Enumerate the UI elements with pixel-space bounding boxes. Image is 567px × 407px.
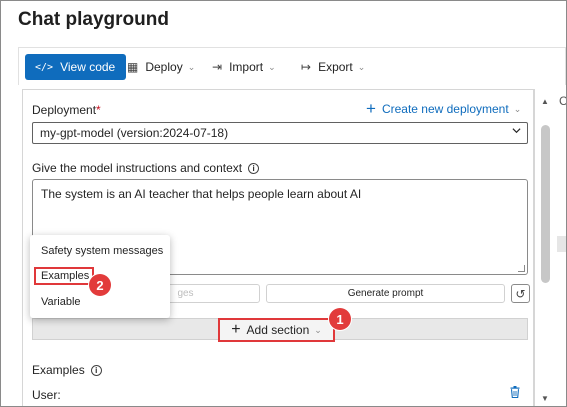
import-icon: ⇥ bbox=[212, 60, 223, 74]
chat-panel-edge: C bbox=[559, 94, 567, 108]
view-code-label: View code bbox=[60, 60, 116, 74]
menu-item-safety-system-messages[interactable]: Safety system messages bbox=[41, 245, 163, 257]
chevron-down-icon: ⌄ bbox=[357, 61, 366, 72]
plus-icon: + bbox=[231, 321, 241, 338]
partially-hidden-button-label: ges bbox=[177, 288, 194, 299]
generate-prompt-button[interactable]: Generate prompt bbox=[266, 284, 505, 303]
chevron-down-icon: ⌄ bbox=[268, 61, 276, 72]
chevron-down-icon: ⌄ bbox=[187, 61, 196, 72]
examples-heading: Examples bbox=[32, 363, 85, 377]
export-button[interactable]: ↦ Export ⌄ bbox=[301, 54, 365, 80]
chevron-down-icon bbox=[512, 128, 521, 134]
app-window: Chat playground </> View code ▦ Deploy ⌄… bbox=[0, 0, 567, 407]
cube-icon: ▦ bbox=[127, 60, 139, 74]
deployment-select[interactable]: my-gpt-model (version:2024-07-18) bbox=[32, 122, 528, 144]
callout-badge-2: 2 bbox=[89, 274, 111, 296]
trash-icon[interactable] bbox=[510, 386, 520, 398]
scrollbar-thumb[interactable] bbox=[541, 125, 550, 283]
export-label: Export bbox=[318, 60, 353, 74]
examples-heading-group: Examples i bbox=[32, 363, 102, 377]
export-icon: ↦ bbox=[301, 60, 312, 74]
code-icon: </> bbox=[35, 61, 54, 73]
import-label: Import bbox=[229, 60, 264, 74]
instructions-label-group: Give the model instructions and context i bbox=[32, 161, 260, 175]
panel-scrollbar[interactable]: ▲ ▼ C bbox=[534, 89, 567, 406]
plus-icon: + bbox=[366, 99, 376, 118]
add-section-label: Add section bbox=[246, 323, 310, 337]
deployment-label-group: Deployment* bbox=[32, 103, 101, 117]
scroll-down-icon[interactable]: ▼ bbox=[541, 394, 549, 403]
info-icon[interactable]: i bbox=[248, 163, 260, 174]
deploy-button[interactable]: ▦ Deploy ⌄ bbox=[127, 54, 195, 80]
callout-badge-1: 1 bbox=[329, 308, 351, 330]
chevron-down-icon: ⌄ bbox=[314, 324, 322, 335]
chat-panel-edge-mark bbox=[557, 236, 566, 252]
resize-handle-icon[interactable] bbox=[518, 265, 525, 272]
reset-icon: ↺ bbox=[515, 286, 526, 301]
generate-prompt-label: Generate prompt bbox=[347, 288, 424, 299]
user-label: User: bbox=[32, 388, 61, 402]
view-code-button[interactable]: </> View code bbox=[25, 54, 126, 80]
required-mark: * bbox=[96, 103, 101, 117]
deployment-label: Deployment bbox=[32, 103, 97, 117]
menu-item-variable[interactable]: Variable bbox=[41, 296, 81, 308]
toolbar: </> View code ▦ Deploy ⌄ ⇥ Import ⌄ ↦ Ex… bbox=[18, 47, 566, 85]
import-button[interactable]: ⇥ Import ⌄ bbox=[212, 54, 276, 80]
examples-highlight bbox=[34, 267, 94, 285]
system-message-text: The system is an AI teacher that helps p… bbox=[41, 187, 362, 201]
deploy-label: Deploy bbox=[145, 60, 183, 74]
add-section-button[interactable]: + Add section ⌄ bbox=[218, 318, 335, 342]
reset-button[interactable]: ↺ bbox=[511, 284, 530, 303]
info-icon[interactable]: i bbox=[90, 365, 102, 376]
chevron-down-icon: ⌄ bbox=[513, 103, 522, 114]
instructions-label: Give the model instructions and context bbox=[32, 161, 243, 175]
create-deployment-link[interactable]: + Create new deployment ⌄ bbox=[366, 99, 522, 118]
scroll-up-icon[interactable]: ▲ bbox=[541, 97, 549, 106]
deployment-selected-value: my-gpt-model (version:2024-07-18) bbox=[40, 126, 229, 140]
create-deployment-label: Create new deployment bbox=[381, 102, 509, 116]
page-title: Chat playground bbox=[18, 9, 169, 30]
